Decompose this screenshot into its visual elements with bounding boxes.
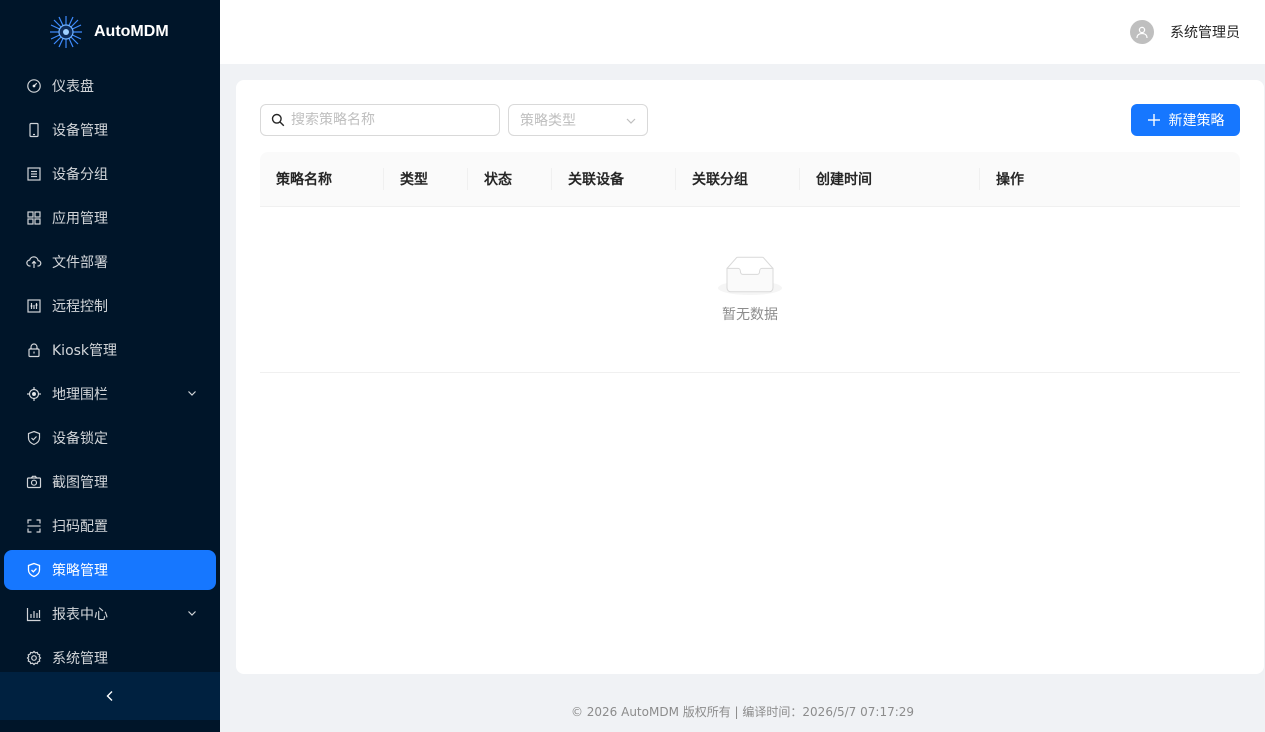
sidebar-item-device-lock[interactable]: 设备锁定 — [4, 418, 216, 458]
sidebar-item-label: 应用管理 — [52, 211, 108, 227]
scan-icon — [26, 518, 42, 534]
app-root: AutoMDM 仪表盘 设备管理 设备分组 应用管理 文件部署 远程控制 Kio… — [0, 0, 1265, 732]
new-policy-button[interactable]: 新建策略 — [1131, 104, 1240, 136]
column-header-devices[interactable]: 关联设备 — [552, 152, 676, 207]
sidebar-item-label: 扫码配置 — [52, 519, 108, 535]
footer: © 2026 AutoMDM 版权所有 | 编译时间：2026/5/7 07:1… — [220, 690, 1265, 732]
policy-list-card: 策略类型 新建策略 策略名称 类型 状态 关联设备 关联分组 创建时间 操作 — [236, 80, 1264, 674]
dashboard-icon — [26, 78, 42, 94]
cloud-upload-icon — [26, 254, 42, 270]
policy-table: 策略名称 类型 状态 关联设备 关联分组 创建时间 操作 暂无数据 — [260, 152, 1240, 373]
top-header: 系统管理员 — [220, 0, 1265, 64]
sidebar-item-label: 设备锁定 — [52, 431, 108, 447]
sidebar-item-screenshots[interactable]: 截图管理 — [4, 462, 216, 502]
sidebar-item-label: 系统管理 — [52, 651, 108, 667]
avatar[interactable] — [1130, 20, 1154, 44]
setting-icon — [26, 650, 42, 666]
appstore-icon — [26, 210, 42, 226]
column-header-groups[interactable]: 关联分组 — [676, 152, 800, 207]
lock-icon — [26, 342, 42, 358]
username[interactable]: 系统管理员 — [1170, 22, 1240, 42]
group-icon — [26, 166, 42, 182]
search-box[interactable] — [260, 104, 500, 136]
bar-chart-icon — [26, 606, 42, 622]
sidebar-item-label: 策略管理 — [52, 563, 108, 579]
sidebar-item-file-deploy[interactable]: 文件部署 — [4, 242, 216, 282]
column-header-status[interactable]: 状态 — [468, 152, 552, 207]
shield-icon — [26, 430, 42, 446]
sidebar-item-label: 文件部署 — [52, 255, 108, 271]
sidebar-item-label: 地理围栏 — [52, 387, 108, 403]
column-header-name[interactable]: 策略名称 — [260, 152, 384, 207]
empty-text: 暂无数据 — [722, 307, 778, 323]
sidebar-item-label: 报表中心 — [52, 607, 108, 623]
mobile-icon — [26, 122, 42, 138]
sidebar-item-reports[interactable]: 报表中心 — [4, 594, 216, 634]
policy-type-select[interactable]: 策略类型 — [508, 104, 648, 136]
new-policy-label: 新建策略 — [1168, 113, 1225, 129]
sidebar-item-label: 设备管理 — [52, 123, 108, 139]
table-header: 策略名称 类型 状态 关联设备 关联分组 创建时间 操作 — [260, 152, 1240, 207]
sidebar-item-label: 远程控制 — [52, 299, 108, 315]
chevron-left-icon — [106, 691, 113, 701]
empty-inbox-icon — [718, 256, 782, 295]
column-header-created[interactable]: 创建时间 — [800, 152, 980, 207]
sidebar-item-apps[interactable]: 应用管理 — [4, 198, 216, 238]
column-header-type[interactable]: 类型 — [384, 152, 468, 207]
chevron-down-icon — [626, 118, 636, 124]
sidebar-collapse-button[interactable] — [0, 672, 220, 720]
sidebar-item-label: Kiosk管理 — [52, 343, 118, 359]
footer-text: © 2026 AutoMDM 版权所有 | 编译时间：2026/5/7 07:1… — [570, 704, 915, 719]
safety-icon — [26, 562, 42, 578]
table-empty-state: 暂无数据 — [260, 207, 1240, 373]
remote-icon — [26, 298, 42, 314]
plus-icon — [1147, 114, 1160, 126]
sidebar-item-label: 截图管理 — [52, 475, 108, 491]
sidebar: AutoMDM 仪表盘 设备管理 设备分组 应用管理 文件部署 远程控制 Kio… — [0, 0, 220, 732]
sidebar-item-geofence[interactable]: 地理围栏 — [4, 374, 216, 414]
sidebar-item-kiosk[interactable]: Kiosk管理 — [4, 330, 216, 370]
chevron-down-icon — [188, 391, 196, 396]
sidebar-item-policies[interactable]: 策略管理 — [4, 550, 216, 590]
sidebar-item-remote-control[interactable]: 远程控制 — [4, 286, 216, 326]
sidebar-item-label: 设备分组 — [52, 167, 108, 183]
sidebar-item-devices[interactable]: 设备管理 — [4, 110, 216, 150]
user-icon — [1136, 26, 1148, 39]
column-header-actions: 操作 — [996, 172, 1024, 188]
sidebar-item-label: 仪表盘 — [52, 79, 94, 95]
sidebar-menu: 仪表盘 设备管理 设备分组 应用管理 文件部署 远程控制 Kiosk管理 地理围… — [0, 66, 220, 682]
sidebar-item-dashboard[interactable]: 仪表盘 — [4, 66, 216, 106]
search-input[interactable] — [291, 112, 491, 128]
sidebar-item-device-groups[interactable]: 设备分组 — [4, 154, 216, 194]
chevron-down-icon — [188, 611, 196, 616]
policy-type-placeholder: 策略类型 — [520, 113, 576, 129]
app-name: AutoMDM — [94, 23, 169, 40]
logo-icon — [50, 16, 82, 48]
logo[interactable]: AutoMDM — [0, 0, 220, 64]
aim-icon — [26, 386, 42, 402]
camera-icon — [26, 474, 42, 490]
sidebar-item-scan-config[interactable]: 扫码配置 — [4, 506, 216, 546]
search-icon — [271, 113, 285, 127]
